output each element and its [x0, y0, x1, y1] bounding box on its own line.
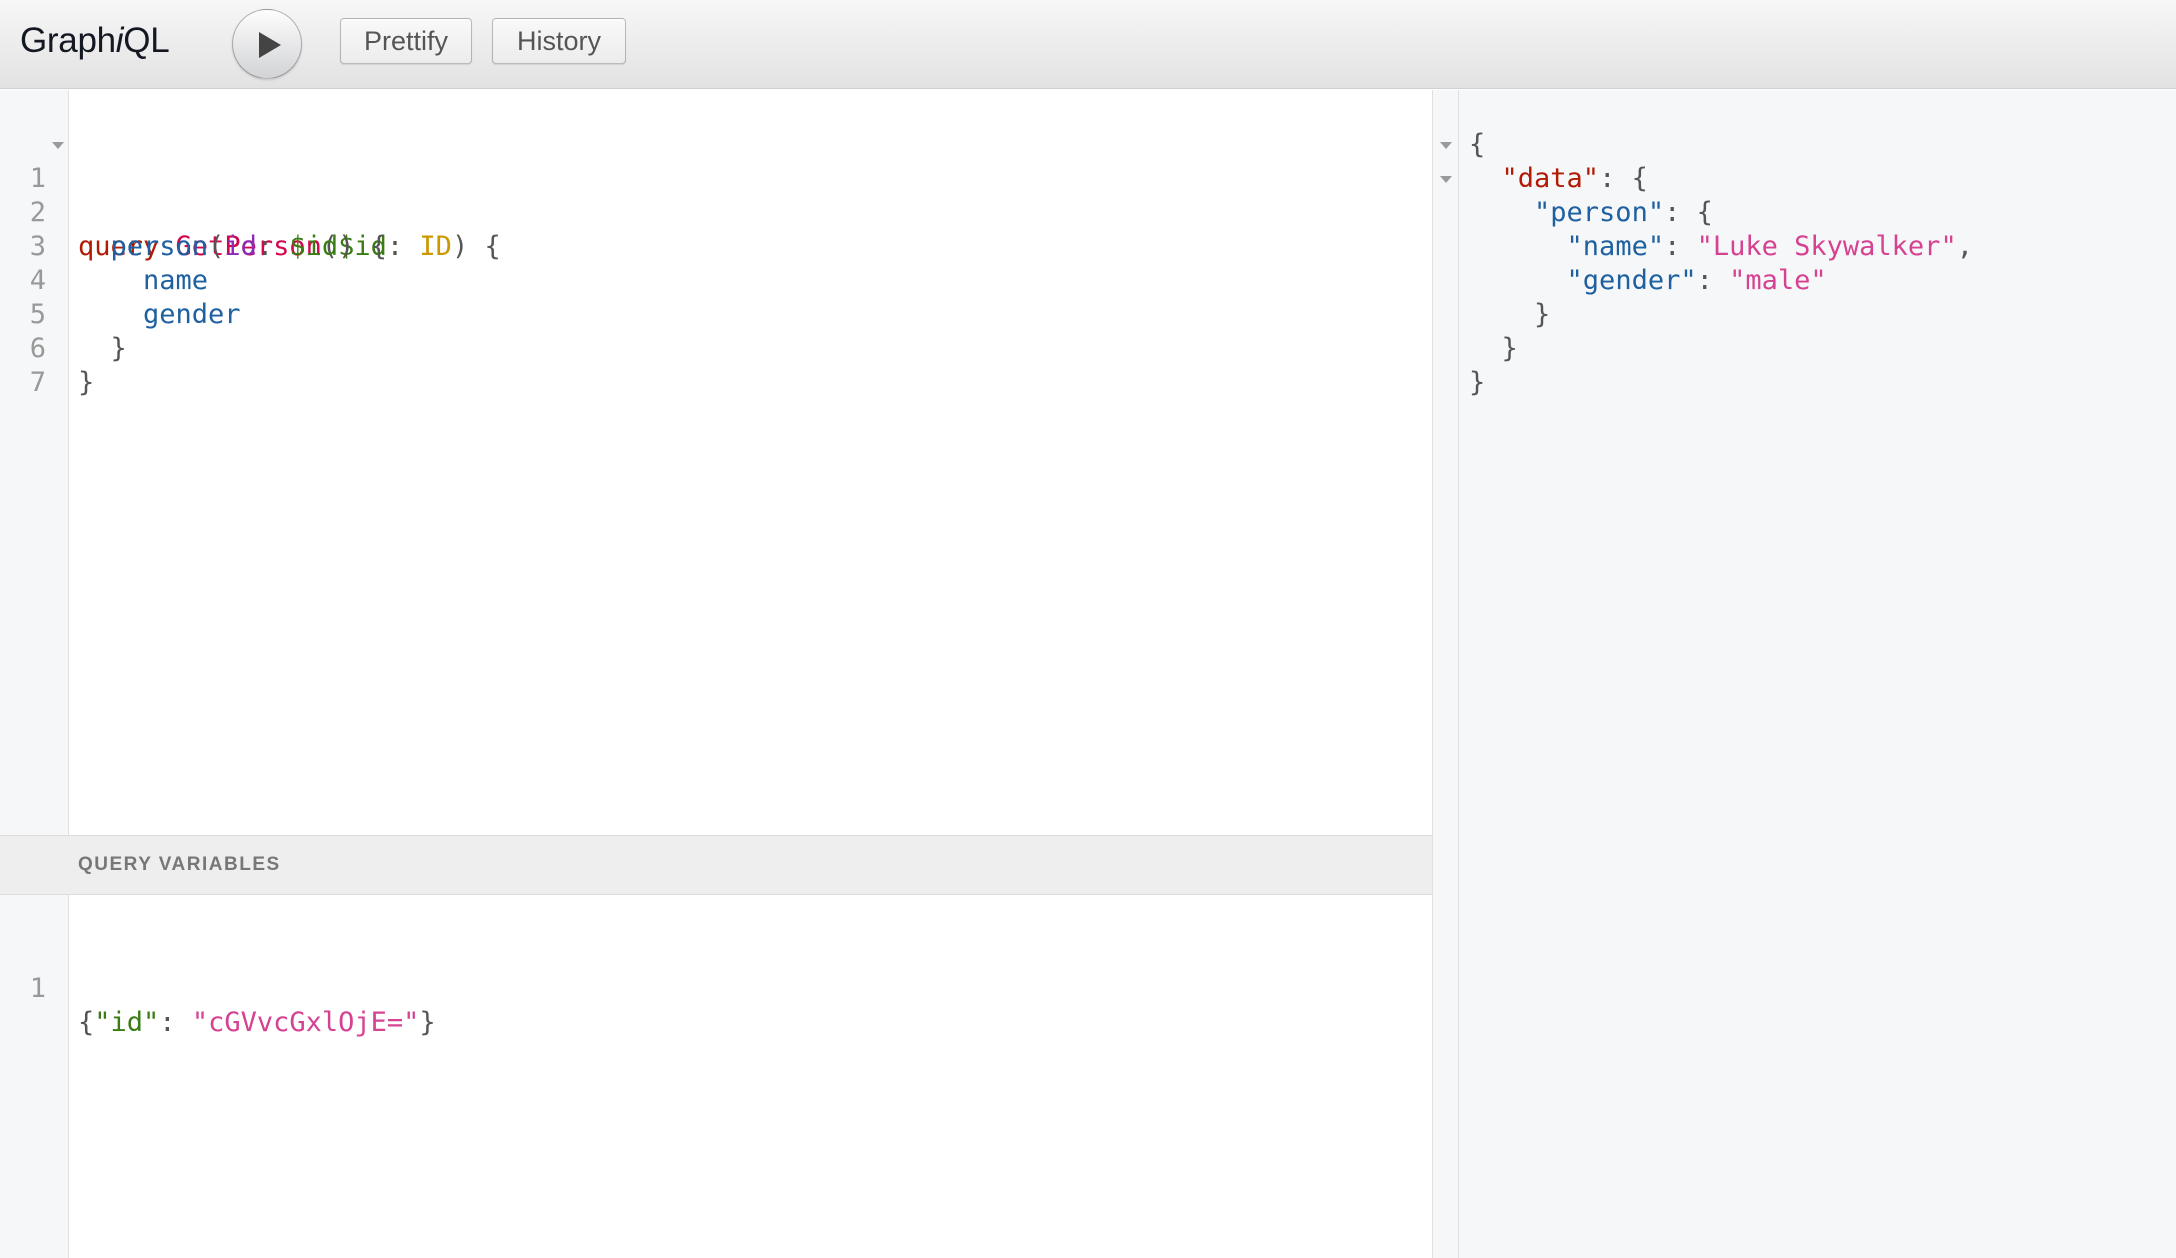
- code-line: 1 {"id": "cGVvcGxlOjE="}: [0, 938, 1432, 1038]
- result-line: "gender": "male": [1566, 265, 1827, 296]
- variables-editor[interactable]: 1 {"id": "cGVvcGxlOjE="}: [0, 895, 1432, 1258]
- editor-area: 1 query GetPerson($id: ID) { 2 person(id…: [0, 90, 1432, 1258]
- code-line: 6 }: [0, 298, 1432, 398]
- play-icon: [259, 32, 281, 58]
- query-variables-title: QUERY VARIABLES: [78, 854, 281, 875]
- result-line: }: [1534, 299, 1551, 330]
- result-line: {: [1469, 129, 1486, 160]
- execute-query-button[interactable]: [232, 9, 302, 79]
- history-button[interactable]: History: [492, 18, 626, 64]
- code-line: 4 gender: [0, 230, 1432, 330]
- query-variables-header[interactable]: QUERY VARIABLES: [0, 835, 1432, 895]
- result-line: }: [1469, 367, 1486, 398]
- fold-arrow-icon[interactable]: [1440, 176, 1452, 183]
- fold-arrow-icon[interactable]: [52, 142, 64, 149]
- result-gutter: [1433, 90, 1459, 1258]
- result-line: "name": "Luke Skywalker",: [1566, 231, 1973, 262]
- code-line: 7: [0, 332, 1432, 398]
- result-line: "data": {: [1501, 163, 1648, 194]
- query-editor[interactable]: 1 query GetPerson($id: ID) { 2 person(id…: [0, 90, 1432, 835]
- code-line: 5 }: [0, 264, 1432, 364]
- result-line: }: [1501, 333, 1518, 364]
- prettify-button[interactable]: Prettify: [340, 18, 472, 64]
- code-line: 1 query GetPerson($id: ID) {: [0, 128, 1432, 262]
- line-number: 1: [29, 973, 46, 1004]
- code-line: 3 name: [0, 196, 1432, 296]
- line-number: 7: [29, 367, 46, 398]
- code-line: 2 person(id: $id) {: [0, 162, 1432, 262]
- fold-arrow-icon[interactable]: [1440, 142, 1452, 149]
- result-line: "person": {: [1534, 197, 1713, 228]
- graphiql-app: GraphiQL Prettify History 1 query GetPer…: [0, 0, 2176, 1258]
- app-title: GraphiQL: [20, 21, 170, 60]
- toolbar: GraphiQL Prettify History: [0, 0, 2176, 89]
- result-viewer[interactable]: { "data": { "person": { "name": "Luke Sk…: [1432, 90, 2176, 1258]
